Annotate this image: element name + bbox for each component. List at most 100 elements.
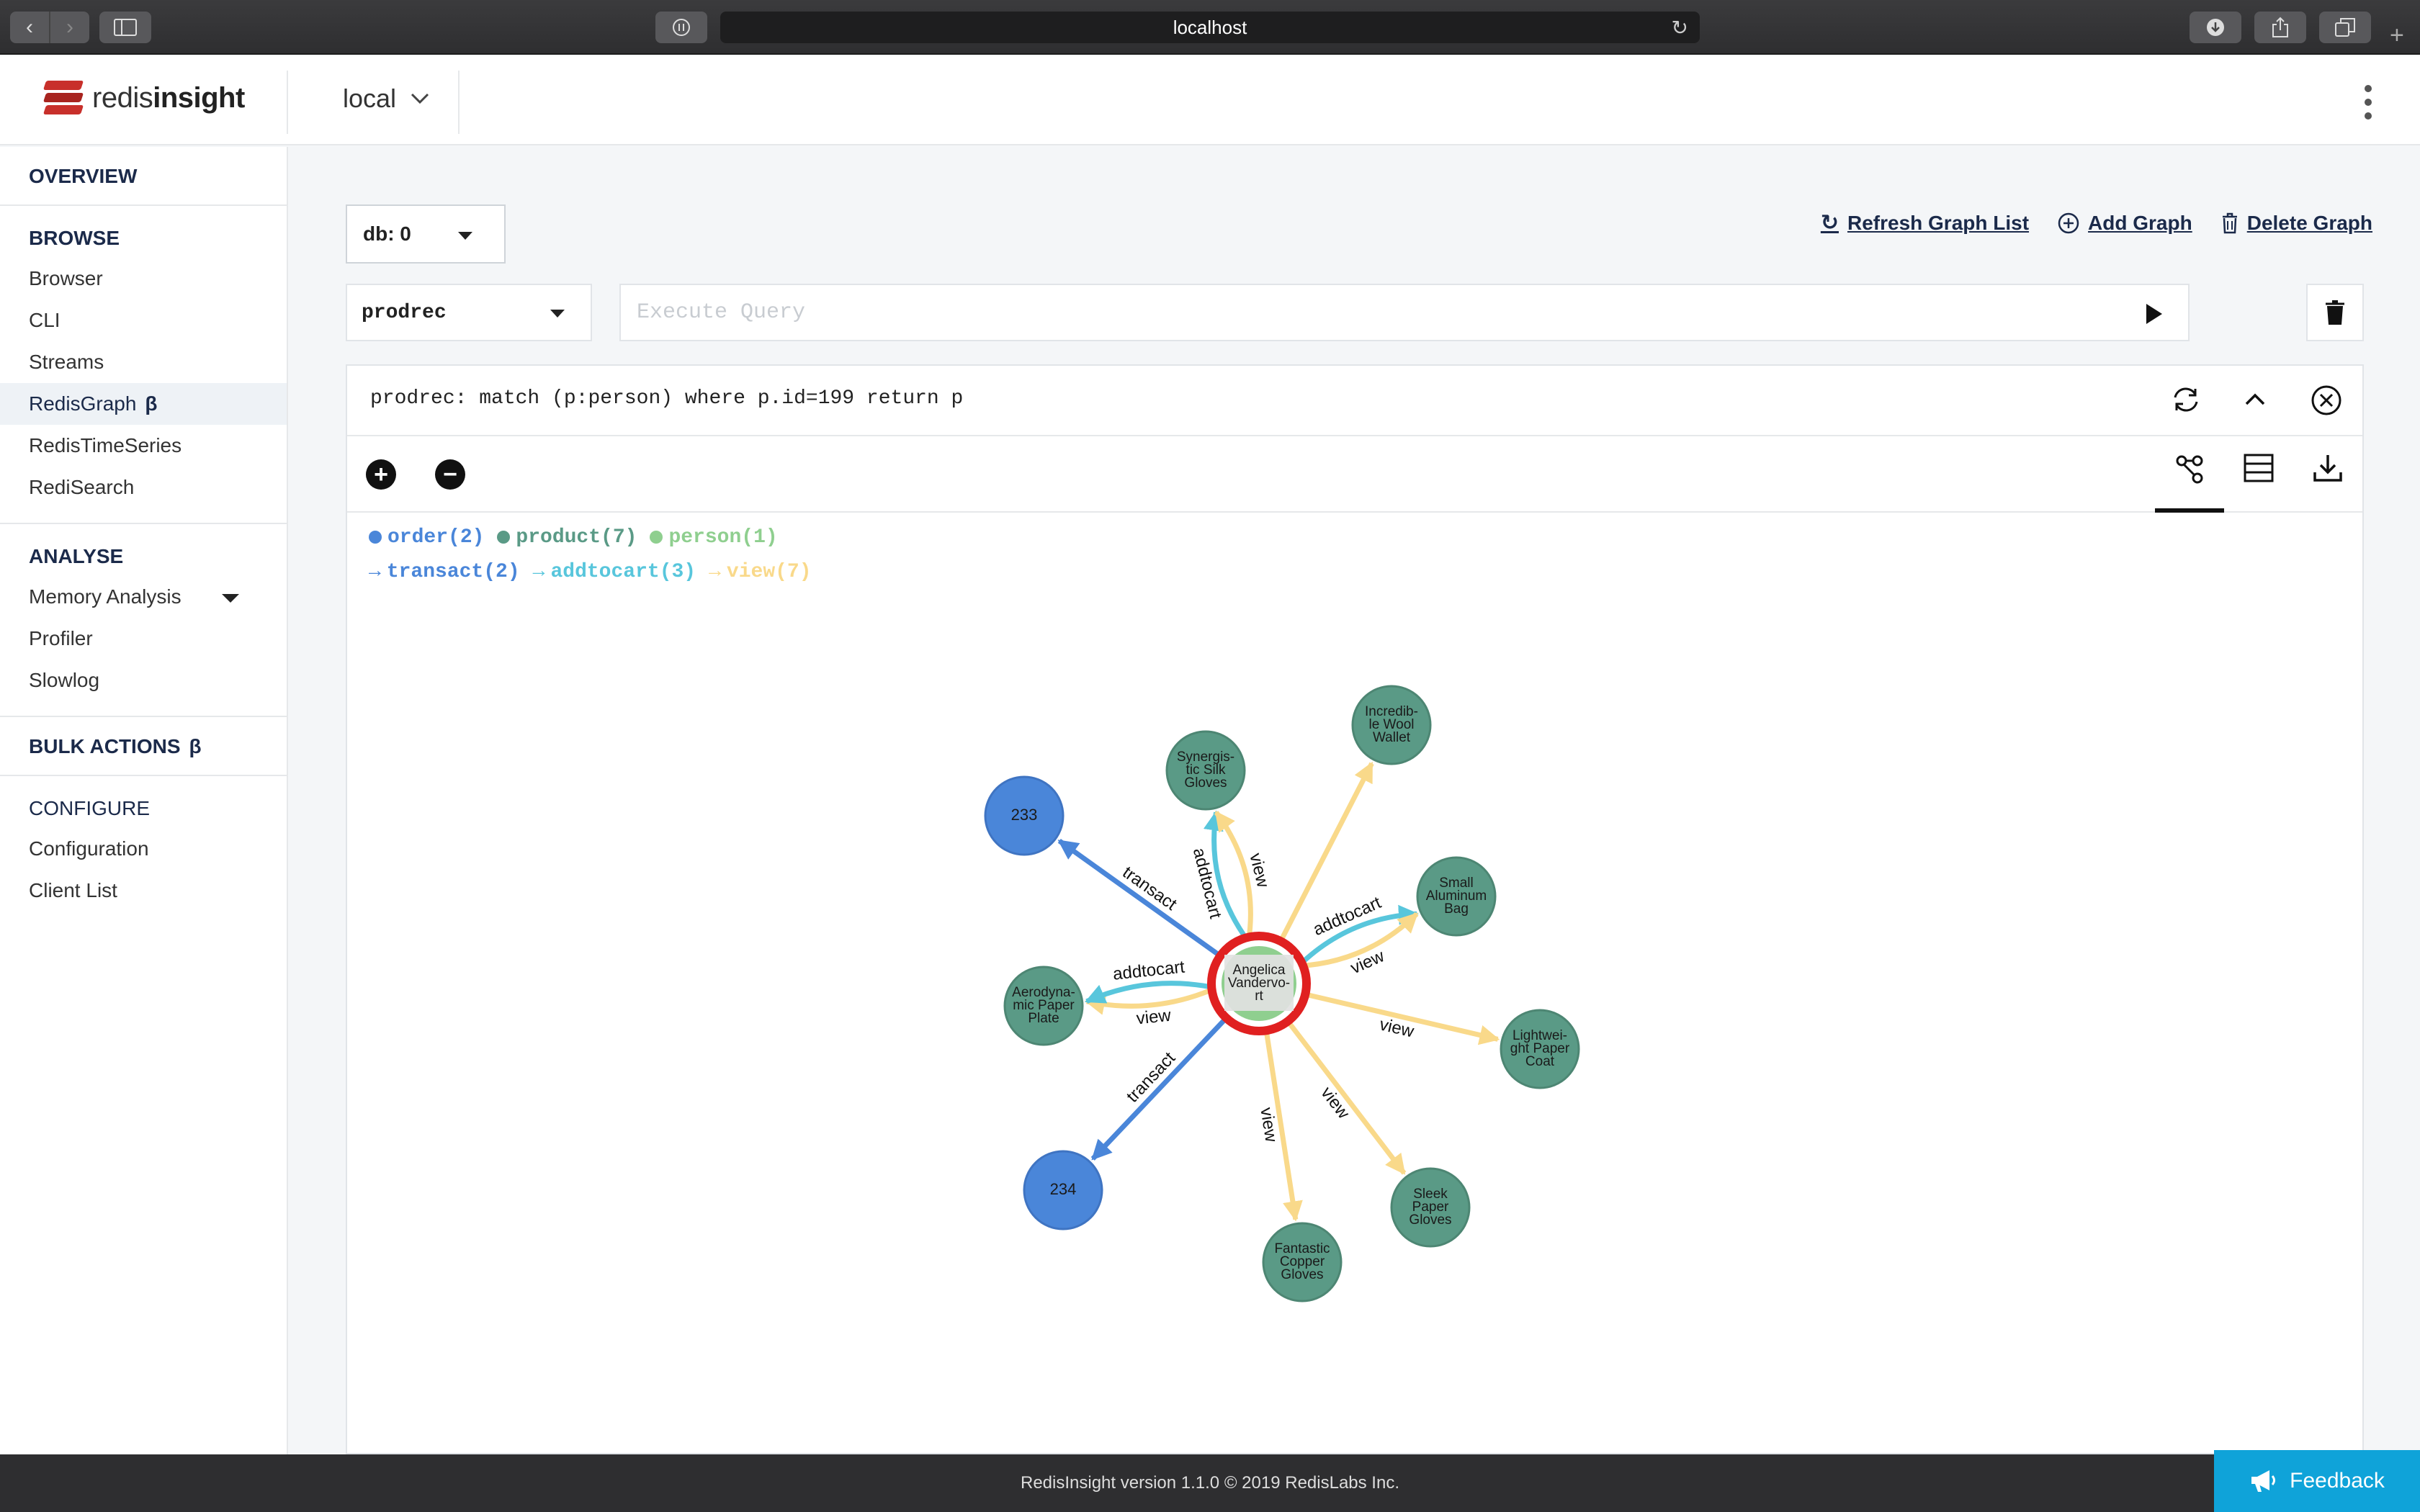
node-product[interactable]: FantasticCopperGloves — [1262, 1222, 1343, 1302]
graph-canvas[interactable]: transacttransactaddtocart viewaddtocartvi… — [347, 366, 2362, 1453]
graph-actions: ↻ Refresh Graph List Add Graph Delete Gr… — [1821, 210, 2372, 235]
edge-label: view — [1317, 1083, 1353, 1122]
instance-name: local — [343, 84, 397, 113]
node-product[interactable]: Lightwei-ght PaperCoat — [1500, 1009, 1580, 1089]
sidebar-item-client-list[interactable]: Client List — [0, 870, 287, 912]
more-options-icon[interactable] — [2364, 85, 2372, 120]
instance-selector[interactable]: local — [343, 84, 429, 114]
feedback-label: Feedback — [2290, 1469, 2385, 1493]
version-text: RedisInsight version 1.1.0 © 2019 RedisL… — [1021, 1473, 1399, 1493]
megaphone-icon — [2251, 1470, 2276, 1492]
caret-down-icon[interactable] — [222, 594, 239, 603]
sidebar-item-redisgraph[interactable]: RedisGraph β — [0, 383, 287, 425]
edge-transact[interactable] — [1090, 1013, 1232, 1161]
sidebar-item-redistimeseries[interactable]: RedisTimeSeries — [0, 425, 287, 467]
node-product[interactable]: Aerodyna-mic PaperPlate — [1003, 966, 1084, 1046]
node-label: Coat — [1525, 1054, 1555, 1069]
add-graph-button[interactable]: Add Graph — [2058, 210, 2192, 235]
sidebar-item-label: BULK ACTIONS — [29, 735, 181, 757]
node-product[interactable]: SmallAluminumBag — [1416, 856, 1497, 937]
play-icon[interactable] — [2146, 304, 2162, 324]
redisinsight-logo[interactable]: redisinsight — [42, 81, 245, 115]
node-label: Gloves — [1184, 775, 1227, 791]
chevron-left-icon[interactable]: ‹ — [10, 12, 49, 43]
beta-badge: β — [189, 735, 202, 757]
sidebar-item-bulk-actions[interactable]: BULK ACTIONS β — [0, 730, 287, 763]
graph-select[interactable]: prodrec — [346, 284, 592, 341]
node-label: Plate — [1028, 1011, 1059, 1026]
sidebar-item-streams[interactable]: Streams — [0, 341, 287, 383]
node-product[interactable]: SleekPaperGloves — [1390, 1167, 1471, 1248]
edge-addtocart[interactable] — [1085, 981, 1217, 1004]
edge-view[interactable] — [1283, 1016, 1407, 1175]
tabs-icon[interactable] — [2319, 12, 2371, 43]
sidebar-heading-analyse: ANALYSE — [29, 545, 124, 567]
url-bar[interactable]: localhost ↻ — [720, 12, 1700, 43]
edge-label: view — [1135, 1006, 1172, 1029]
sidebar-item-browser[interactable]: Browser — [0, 258, 287, 300]
app-header: redisinsight local — [0, 56, 2420, 145]
query-result-card: prodrec: match (p:person) where p.id=199… — [346, 364, 2364, 1454]
graph-select-value: prodrec — [362, 301, 447, 324]
query-input-box — [619, 284, 2190, 341]
feedback-button[interactable]: Feedback — [2214, 1450, 2420, 1512]
url-text: localhost — [1173, 16, 1247, 38]
header-divider — [287, 71, 288, 134]
sidebar-item-memory-analysis[interactable]: Memory Analysis — [0, 576, 287, 618]
clear-results-button[interactable] — [2306, 284, 2364, 341]
sidebar-item-profiler[interactable]: Profiler — [0, 618, 287, 660]
node-label: 233 — [1011, 806, 1038, 824]
footer: RedisInsight version 1.1.0 © 2019 RedisL… — [0, 1454, 2420, 1512]
download-icon[interactable] — [2190, 12, 2241, 43]
logo-text-bold: insight — [153, 81, 245, 114]
sidebar-heading-browse: BROWSE — [29, 227, 120, 249]
share-icon[interactable] — [2254, 12, 2306, 43]
node-order[interactable]: 234 — [1023, 1150, 1103, 1230]
add-graph-label: Add Graph — [2088, 211, 2192, 234]
delete-graph-button[interactable]: Delete Graph — [2221, 210, 2372, 235]
edge-view[interactable] — [1084, 985, 1217, 1015]
header-divider — [458, 71, 460, 134]
db-select[interactable]: db: 0 — [346, 204, 506, 264]
trash-icon — [2326, 300, 2344, 325]
node-label: Gloves — [1409, 1212, 1451, 1228]
caret-down-icon — [458, 232, 472, 240]
sidebar-toggle-icon[interactable] — [99, 12, 151, 43]
sidebar-item-cli[interactable]: CLI — [0, 300, 287, 341]
sidebar-item-configuration[interactable]: Configuration — [0, 828, 287, 870]
browser-nav-group: ‹ › — [10, 12, 89, 43]
logo-text-light: redis — [92, 81, 153, 114]
sidebar-section-analyse: ANALYSE Memory Analysis Profiler Slowlog — [0, 524, 287, 717]
refresh-graph-list-label: Refresh Graph List — [1847, 211, 2030, 234]
sidebar-item-slowlog[interactable]: Slowlog — [0, 660, 287, 701]
node-product[interactable]: Incredib-le WoolWallet — [1351, 685, 1432, 765]
chevron-down-icon — [411, 93, 429, 104]
edge-label: addtocart — [1112, 958, 1186, 984]
privacy-icon[interactable] — [655, 12, 707, 43]
query-input[interactable] — [637, 285, 2077, 340]
sidebar-item-overview[interactable]: OVERVIEW — [0, 160, 287, 193]
new-tab-icon[interactable]: + — [2390, 22, 2404, 50]
sidebar-section-bulk-actions: BULK ACTIONS β — [0, 717, 287, 776]
plus-circle-icon — [2058, 212, 2079, 233]
main-content: db: 0 ↻ Refresh Graph List Add Graph Del… — [290, 147, 2420, 1454]
caret-down-icon — [550, 310, 565, 318]
sidebar-item-redisearch[interactable]: RediSearch — [0, 467, 287, 508]
redis-logo-icon — [42, 81, 84, 115]
node-label: rt — [1255, 989, 1263, 1004]
sidebar-section-configure: CONFIGURE Configuration Client List — [0, 776, 287, 926]
node-product[interactable]: Synergis-tic SilkGloves — [1165, 730, 1246, 811]
node-person-selected[interactable]: AngelicaVandervo-rt — [1207, 932, 1311, 1035]
db-select-value: db: 0 — [363, 222, 411, 245]
reload-icon[interactable]: ↻ — [1672, 16, 1688, 40]
beta-badge: β — [145, 392, 158, 415]
node-label: 234 — [1050, 1180, 1077, 1198]
sidebar: OVERVIEW BROWSE Browser CLI Streams Redi… — [0, 147, 288, 1454]
chevron-right-icon[interactable]: › — [49, 12, 89, 43]
sidebar-section-browse: BROWSE Browser CLI Streams RedisGraph β R… — [0, 206, 287, 524]
node-order[interactable]: 233 — [984, 775, 1065, 856]
sidebar-item-label: Memory Analysis — [29, 585, 182, 608]
refresh-graph-list-button[interactable]: ↻ Refresh Graph List — [1821, 210, 2029, 235]
node-label: Wallet — [1373, 730, 1411, 745]
refresh-icon: ↻ — [1820, 211, 1839, 235]
